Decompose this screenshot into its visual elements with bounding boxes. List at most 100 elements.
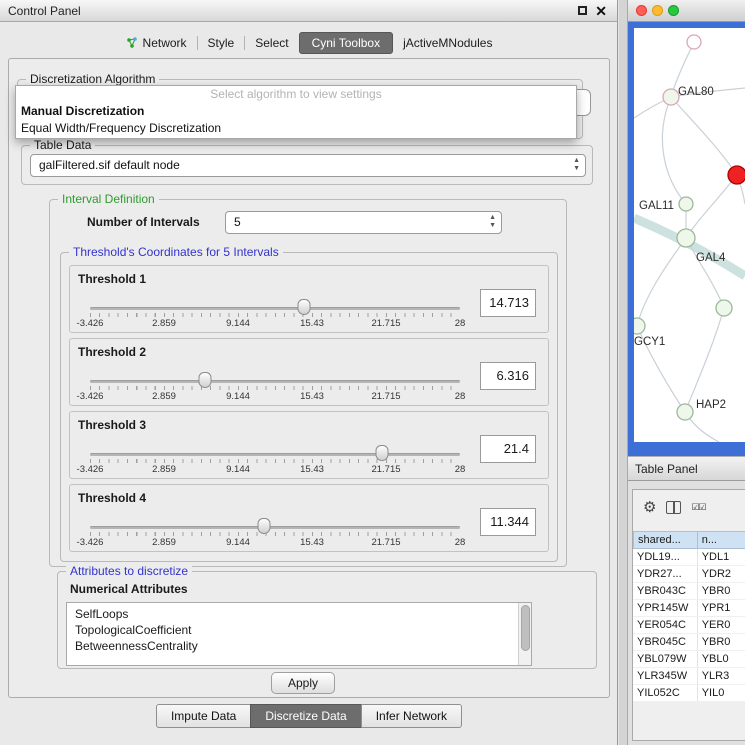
threshold-1-panel: Threshold 1 -3.4262.8599.14415.4321.7152… xyxy=(69,265,549,333)
tick-label: 21.715 xyxy=(371,318,400,329)
table-panel-title: Table Panel xyxy=(635,462,698,476)
table-cell[interactable]: YBR0 xyxy=(698,583,745,599)
tick-label: 15.43 xyxy=(300,318,324,329)
table-cell[interactable]: YPR145W xyxy=(633,600,698,616)
threshold-1-value-field[interactable]: 14.713 xyxy=(480,289,536,317)
table-cell[interactable]: YER0 xyxy=(698,617,745,633)
threshold-3-value-field[interactable]: 21.4 xyxy=(480,435,536,463)
float-window-icon[interactable] xyxy=(578,6,587,15)
dropdown-option-equal-width[interactable]: Equal Width/Frequency Discretization xyxy=(16,120,576,137)
table-row[interactable]: YBR043CYBR0 xyxy=(633,583,745,600)
node-label[interactable]: GAL4 xyxy=(696,252,725,264)
table-cell[interactable]: YDR27... xyxy=(633,566,698,582)
select-columns-icon[interactable]: ☑☑ xyxy=(691,502,705,513)
tick-label: 28 xyxy=(455,537,466,548)
node-label[interactable]: HAP2 xyxy=(696,399,726,411)
table-data-group-title: Table Data xyxy=(30,138,95,152)
table-data-combobox[interactable]: galFiltered.sif default node ▲▼ xyxy=(30,154,586,177)
tick-label: 2.859 xyxy=(152,391,176,402)
table-cell[interactable]: YDR2 xyxy=(698,566,745,582)
table-cell[interactable]: YDL1 xyxy=(698,549,745,565)
gear-icon[interactable]: ⚙ xyxy=(643,498,656,516)
table-row[interactable]: YBL079WYBL0 xyxy=(633,651,745,668)
tab-jactivemodules[interactable]: jActiveMNodules xyxy=(393,32,502,54)
table-cell[interactable]: YIL052C xyxy=(633,685,698,701)
node-label[interactable]: GAL11 xyxy=(639,200,674,212)
table-header-row: shared... n... xyxy=(633,531,745,549)
control-panel-window: Control Panel ✕ Network Style Select Cyn… xyxy=(0,0,618,745)
tick-label: 28 xyxy=(455,464,466,475)
close-traffic-light[interactable] xyxy=(636,5,647,16)
table-cell[interactable]: YER054C xyxy=(633,617,698,633)
table-cell[interactable]: YBL0 xyxy=(698,651,745,667)
tick-label: 21.715 xyxy=(371,464,400,475)
table-cell[interactable]: YLR345W xyxy=(633,668,698,684)
close-icon[interactable]: ✕ xyxy=(595,3,607,20)
table-row[interactable]: YDR27...YDR2 xyxy=(633,566,745,583)
table-cell[interactable]: YBR045C xyxy=(633,634,698,650)
table-cell[interactable]: YBR043C xyxy=(633,583,698,599)
threshold-4-value-field[interactable]: 11.344 xyxy=(480,508,536,536)
tick-label: 28 xyxy=(455,318,466,329)
table-cell[interactable]: YBL079W xyxy=(633,651,698,667)
table-toolbar: ⚙ ☑☑ xyxy=(633,493,745,521)
tab-cyni-toolbox[interactable]: Cyni Toolbox xyxy=(299,32,393,54)
scrollbar-thumb[interactable] xyxy=(521,605,530,651)
apply-button[interactable]: Apply xyxy=(271,672,335,694)
tick-label: 21.715 xyxy=(371,391,400,402)
table-cell[interactable]: YDL19... xyxy=(633,549,698,565)
table-row[interactable]: YBR045CYBR0 xyxy=(633,634,745,651)
column-header[interactable]: n... xyxy=(698,531,745,549)
numerical-attributes-list[interactable]: SelfLoops TopologicalCoefficient Between… xyxy=(66,602,532,666)
tab-impute-data[interactable]: Impute Data xyxy=(156,704,251,728)
threshold-3-panel: Threshold 3 -3.4262.8599.14415.4321.7152… xyxy=(69,411,549,479)
tab-style[interactable]: Style xyxy=(198,32,245,54)
slider-thumb[interactable] xyxy=(297,299,310,315)
table-cell[interactable]: YBR0 xyxy=(698,634,745,650)
combo-arrows-icon: ▲▼ xyxy=(573,157,580,173)
top-tab-bar: Network Style Select Cyni Toolbox jActiv… xyxy=(0,30,618,56)
tick-label: -3.426 xyxy=(77,391,104,402)
threshold-2-value-field[interactable]: 6.316 xyxy=(480,362,536,390)
table-panel-header: Table Panel xyxy=(628,456,745,481)
slider-tick-labels: -3.4262.8599.14415.4321.71528 xyxy=(90,318,460,329)
dropdown-option-manual[interactable]: Manual Discretization xyxy=(16,103,576,120)
slider-thumb[interactable] xyxy=(198,372,211,388)
table-row[interactable]: YPR145WYPR1 xyxy=(633,600,745,617)
network-canvas[interactable]: GAL80 GAL11 GAL4 GCY1 HAP2 xyxy=(634,28,745,442)
table-cell[interactable]: YIL0 xyxy=(698,685,745,701)
columns-icon[interactable] xyxy=(666,501,681,514)
table-row[interactable]: YER054CYER0 xyxy=(633,617,745,634)
table-row[interactable]: YLR345WYLR3 xyxy=(633,668,745,685)
table-row[interactable]: YDL19...YDL1 xyxy=(633,549,745,566)
list-item[interactable]: BetweennessCentrality xyxy=(67,638,531,654)
table-row[interactable]: YIL052CYIL0 xyxy=(633,685,745,702)
control-panel-titlebar: Control Panel ✕ xyxy=(0,0,617,22)
tick-label: 2.859 xyxy=(152,537,176,548)
list-item[interactable]: SelfLoops xyxy=(67,606,531,622)
list-scrollbar[interactable] xyxy=(518,603,531,665)
slider-thumb[interactable] xyxy=(257,518,270,534)
tick-label: 15.43 xyxy=(300,391,324,402)
network-view-frame: GAL80 GAL11 GAL4 GCY1 HAP2 xyxy=(628,22,745,456)
number-of-intervals-spinner[interactable]: 5 ▲▼ xyxy=(225,211,502,234)
tab-discretize-data[interactable]: Discretize Data xyxy=(250,704,361,728)
zoom-traffic-light[interactable] xyxy=(668,5,679,16)
panel-divider[interactable] xyxy=(619,0,628,745)
table-cell[interactable]: YLR3 xyxy=(698,668,745,684)
list-item[interactable]: TopologicalCoefficient xyxy=(67,622,531,638)
tick-label: 2.859 xyxy=(152,318,176,329)
slider-thumb[interactable] xyxy=(376,445,389,461)
node-table: shared... n... YDL19...YDL1 YDR27...YDR2… xyxy=(633,531,745,702)
tab-network[interactable]: Network xyxy=(116,32,197,54)
cyni-toolbox-panel: Discretization Algorithm Select algorith… xyxy=(8,58,610,698)
minimize-traffic-light[interactable] xyxy=(652,5,663,16)
threshold-4-label: Threshold 4 xyxy=(78,491,146,505)
tab-infer-network[interactable]: Infer Network xyxy=(361,704,462,728)
column-header[interactable]: shared... xyxy=(633,531,698,549)
table-cell[interactable]: YPR1 xyxy=(698,600,745,616)
tab-select[interactable]: Select xyxy=(245,32,298,54)
attributes-group: Attributes to discretize Numerical Attri… xyxy=(57,571,597,669)
node-label[interactable]: GCY1 xyxy=(634,336,665,348)
node-label[interactable]: GAL80 xyxy=(678,86,714,98)
